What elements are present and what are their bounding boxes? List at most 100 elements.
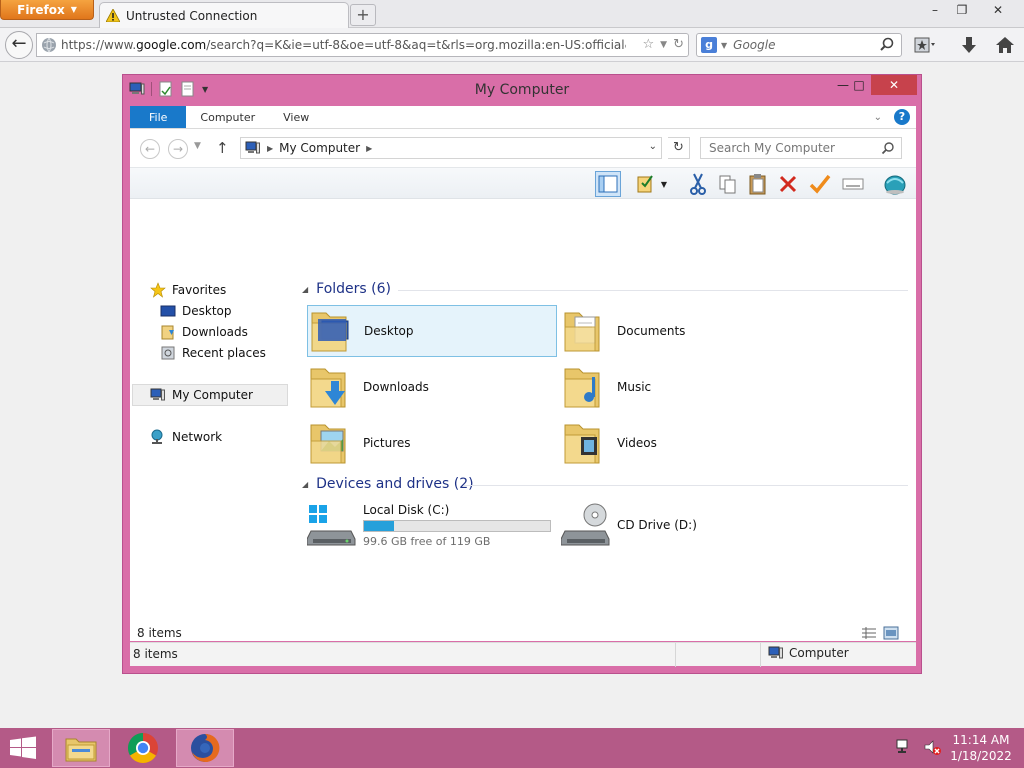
cut-button[interactable] (685, 171, 711, 197)
back-button[interactable]: ← (5, 31, 33, 59)
folder-tile-pictures[interactable]: Pictures (307, 417, 557, 469)
quick-access-toolbar: ▼ (129, 81, 208, 97)
properties-icon[interactable] (158, 81, 174, 97)
preview-pane-button[interactable] (595, 171, 621, 197)
chevron-right-icon[interactable]: ▶ (366, 144, 372, 153)
explorer-body: ← → ▼ ↑ ▶ My Computer ▶ ⌄ ↻ Search My Co… (130, 129, 916, 641)
reload-icon[interactable]: ↻ (673, 37, 684, 53)
folder-label: Videos (617, 436, 657, 450)
divider (151, 82, 152, 96)
tab-view[interactable]: View (269, 106, 323, 128)
nav-network[interactable]: Network (150, 427, 222, 447)
search-bar[interactable]: g ▼ Google (696, 33, 902, 57)
taskbar-explorer[interactable] (52, 729, 110, 767)
nav-my-computer[interactable]: My Computer (150, 385, 253, 405)
chevron-down-icon[interactable]: ▼ (721, 41, 727, 50)
new-folder-icon[interactable] (180, 81, 196, 97)
up-arrow-icon[interactable]: ↑ (216, 139, 229, 157)
nav-desktop[interactable]: Desktop (160, 301, 232, 321)
tab-file[interactable]: File (130, 106, 187, 128)
expand-ribbon-icon[interactable]: ⌄ (874, 112, 882, 123)
status-item-count: 8 items (133, 647, 178, 661)
nav-favorites[interactable]: Favorites (150, 280, 226, 300)
tab-computer[interactable]: Computer (186, 106, 269, 128)
chevron-down-icon[interactable]: ▼ (660, 37, 667, 53)
delete-button[interactable] (775, 171, 801, 197)
drive-tile-d[interactable]: CD Drive (D:) (561, 497, 811, 553)
star-icon[interactable]: ☆ (643, 37, 655, 53)
explorer-maximize-button[interactable]: □ (845, 75, 873, 95)
download-icon[interactable] (958, 35, 980, 55)
select-button[interactable] (807, 171, 833, 197)
properties-icon (637, 175, 653, 193)
rename-button[interactable] (840, 171, 866, 197)
clock[interactable]: 11:14 AM 1/18/2022 (944, 732, 1018, 764)
copy-button[interactable] (715, 171, 741, 197)
folder-tile-downloads[interactable]: Downloads (307, 361, 557, 413)
status-bar: 8 items Computer (130, 642, 916, 667)
address-path[interactable]: My Computer (279, 141, 360, 155)
drive-tile-c[interactable]: Local Disk (C:) 99.6 GB free of 119 GB (307, 497, 557, 553)
browser-navbar: ← https://www.google.com/search?q=K&ie=u… (0, 28, 1024, 62)
devices-group-header[interactable]: ◢ Devices and drives (2) (302, 474, 474, 494)
minimize-button[interactable]: – (920, 0, 950, 20)
firefox-tab-strip: Firefox ▼ Untrusted Connection + – ❐ ✕ (0, 0, 1024, 28)
new-tab-button[interactable]: + (350, 4, 376, 26)
address-bar[interactable]: ▶ My Computer ▶ ⌄ (240, 137, 662, 159)
system-tray (895, 738, 941, 756)
properties-dropdown[interactable]: ▼ (657, 171, 671, 197)
taskbar-firefox[interactable] (176, 729, 234, 767)
clock-date: 1/18/2022 (950, 749, 1012, 763)
folder-tile-videos[interactable]: Videos (561, 417, 811, 469)
computer-icon[interactable] (129, 81, 145, 97)
computer-icon (768, 646, 783, 659)
nav-downloads[interactable]: Downloads (160, 322, 248, 342)
chevron-down-icon[interactable]: ⌄ (649, 141, 657, 152)
folder-tile-desktop[interactable]: Desktop (307, 305, 557, 357)
folders-group-header[interactable]: ◢ Folders (6) (302, 279, 391, 299)
folder-tile-documents[interactable]: Documents (561, 305, 811, 357)
search-input[interactable]: Search My Computer (700, 137, 902, 159)
globe-button[interactable] (882, 171, 908, 197)
globe-icon (884, 175, 906, 195)
network-icon[interactable] (895, 738, 913, 756)
search-icon[interactable] (881, 141, 895, 155)
firefox-menu-button[interactable]: Firefox ▼ (0, 0, 94, 20)
restore-button[interactable]: ❐ (947, 0, 977, 20)
recent-locations-icon[interactable]: ▼ (194, 141, 201, 151)
tiles-view-icon[interactable] (883, 626, 899, 640)
bookmarks-icon[interactable] (914, 35, 936, 55)
back-button[interactable]: ← (140, 139, 160, 159)
forward-button[interactable]: → (168, 139, 188, 159)
pane-icon (598, 175, 618, 193)
drive-label: CD Drive (D:) (617, 518, 697, 532)
properties-button[interactable] (633, 171, 659, 197)
help-button[interactable]: ? (894, 109, 910, 125)
close-button[interactable]: ✕ (978, 0, 1018, 20)
volume-muted-icon[interactable] (923, 738, 941, 756)
search-icon[interactable] (878, 36, 896, 54)
folder-tile-music[interactable]: Music (561, 361, 811, 413)
music-folder-icon (564, 368, 600, 408)
rename-icon (842, 178, 864, 190)
paste-button[interactable] (745, 171, 771, 197)
ribbon-controls: ⌄ ? (874, 109, 910, 125)
computer-icon (245, 141, 260, 154)
command-toolbar: ▼ (130, 167, 916, 199)
collapse-triangle-icon: ◢ (302, 284, 309, 294)
nav-label: Desktop (182, 304, 232, 318)
nav-recent-places[interactable]: Recent places (160, 343, 266, 363)
refresh-button[interactable]: ↻ (668, 137, 690, 159)
url-bar[interactable]: https://www.google.com/search?q=K&ie=utf… (36, 33, 689, 57)
chevron-right-icon[interactable]: ▶ (267, 144, 273, 153)
home-icon[interactable] (994, 35, 1016, 55)
explorer-close-button[interactable]: ✕ (871, 75, 917, 95)
browser-tab[interactable]: Untrusted Connection (99, 2, 349, 28)
chevron-down-icon: ▼ (660, 179, 668, 189)
nav-label: Favorites (172, 283, 227, 297)
taskbar-chrome[interactable] (114, 729, 172, 767)
details-view-icon[interactable] (861, 626, 877, 640)
windows-start-icon[interactable] (6, 734, 40, 762)
chevron-down-icon[interactable]: ▼ (202, 85, 208, 94)
google-icon[interactable]: g (701, 37, 717, 53)
